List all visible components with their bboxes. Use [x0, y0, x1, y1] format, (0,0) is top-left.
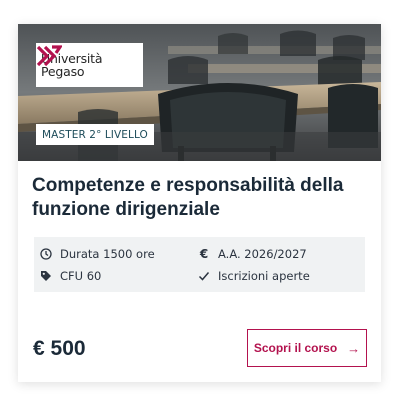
course-price: € 500: [33, 337, 86, 360]
course-card: Università Pegaso MASTER 2° LIVELLO Comp…: [18, 24, 381, 382]
clock-icon: [40, 248, 52, 260]
info-credits: CFU 60: [40, 269, 101, 283]
course-info-box: Durata 1500 ore CFU 60 € A.A. 2026/2027 …: [34, 237, 365, 292]
arrow-right-icon: →: [347, 340, 361, 356]
tag-icon: [40, 270, 52, 282]
info-status: Iscrizioni aperte: [198, 269, 310, 283]
status-text: Iscrizioni aperte: [218, 269, 310, 283]
academic-year-text: A.A. 2026/2027: [218, 247, 307, 261]
info-duration: Durata 1500 ore: [40, 247, 155, 261]
level-badge: MASTER 2° LIVELLO: [36, 124, 154, 145]
euro-icon: €: [199, 247, 209, 261]
credits-text: CFU 60: [60, 269, 102, 283]
info-academic-year: € A.A. 2026/2027: [198, 247, 307, 261]
pegaso-logo-mark-icon: [36, 45, 62, 67]
hero-image: Università Pegaso MASTER 2° LIVELLO: [18, 24, 381, 161]
duration-text: Durata 1500 ore: [60, 247, 155, 261]
course-title: Competenze e responsabilità della funzio…: [32, 175, 344, 220]
university-logo: Università Pegaso: [36, 43, 143, 87]
discover-course-label: Scopri il corso: [253, 341, 338, 355]
check-icon: [198, 270, 210, 282]
discover-course-button[interactable]: Scopri il corso →: [247, 329, 367, 367]
